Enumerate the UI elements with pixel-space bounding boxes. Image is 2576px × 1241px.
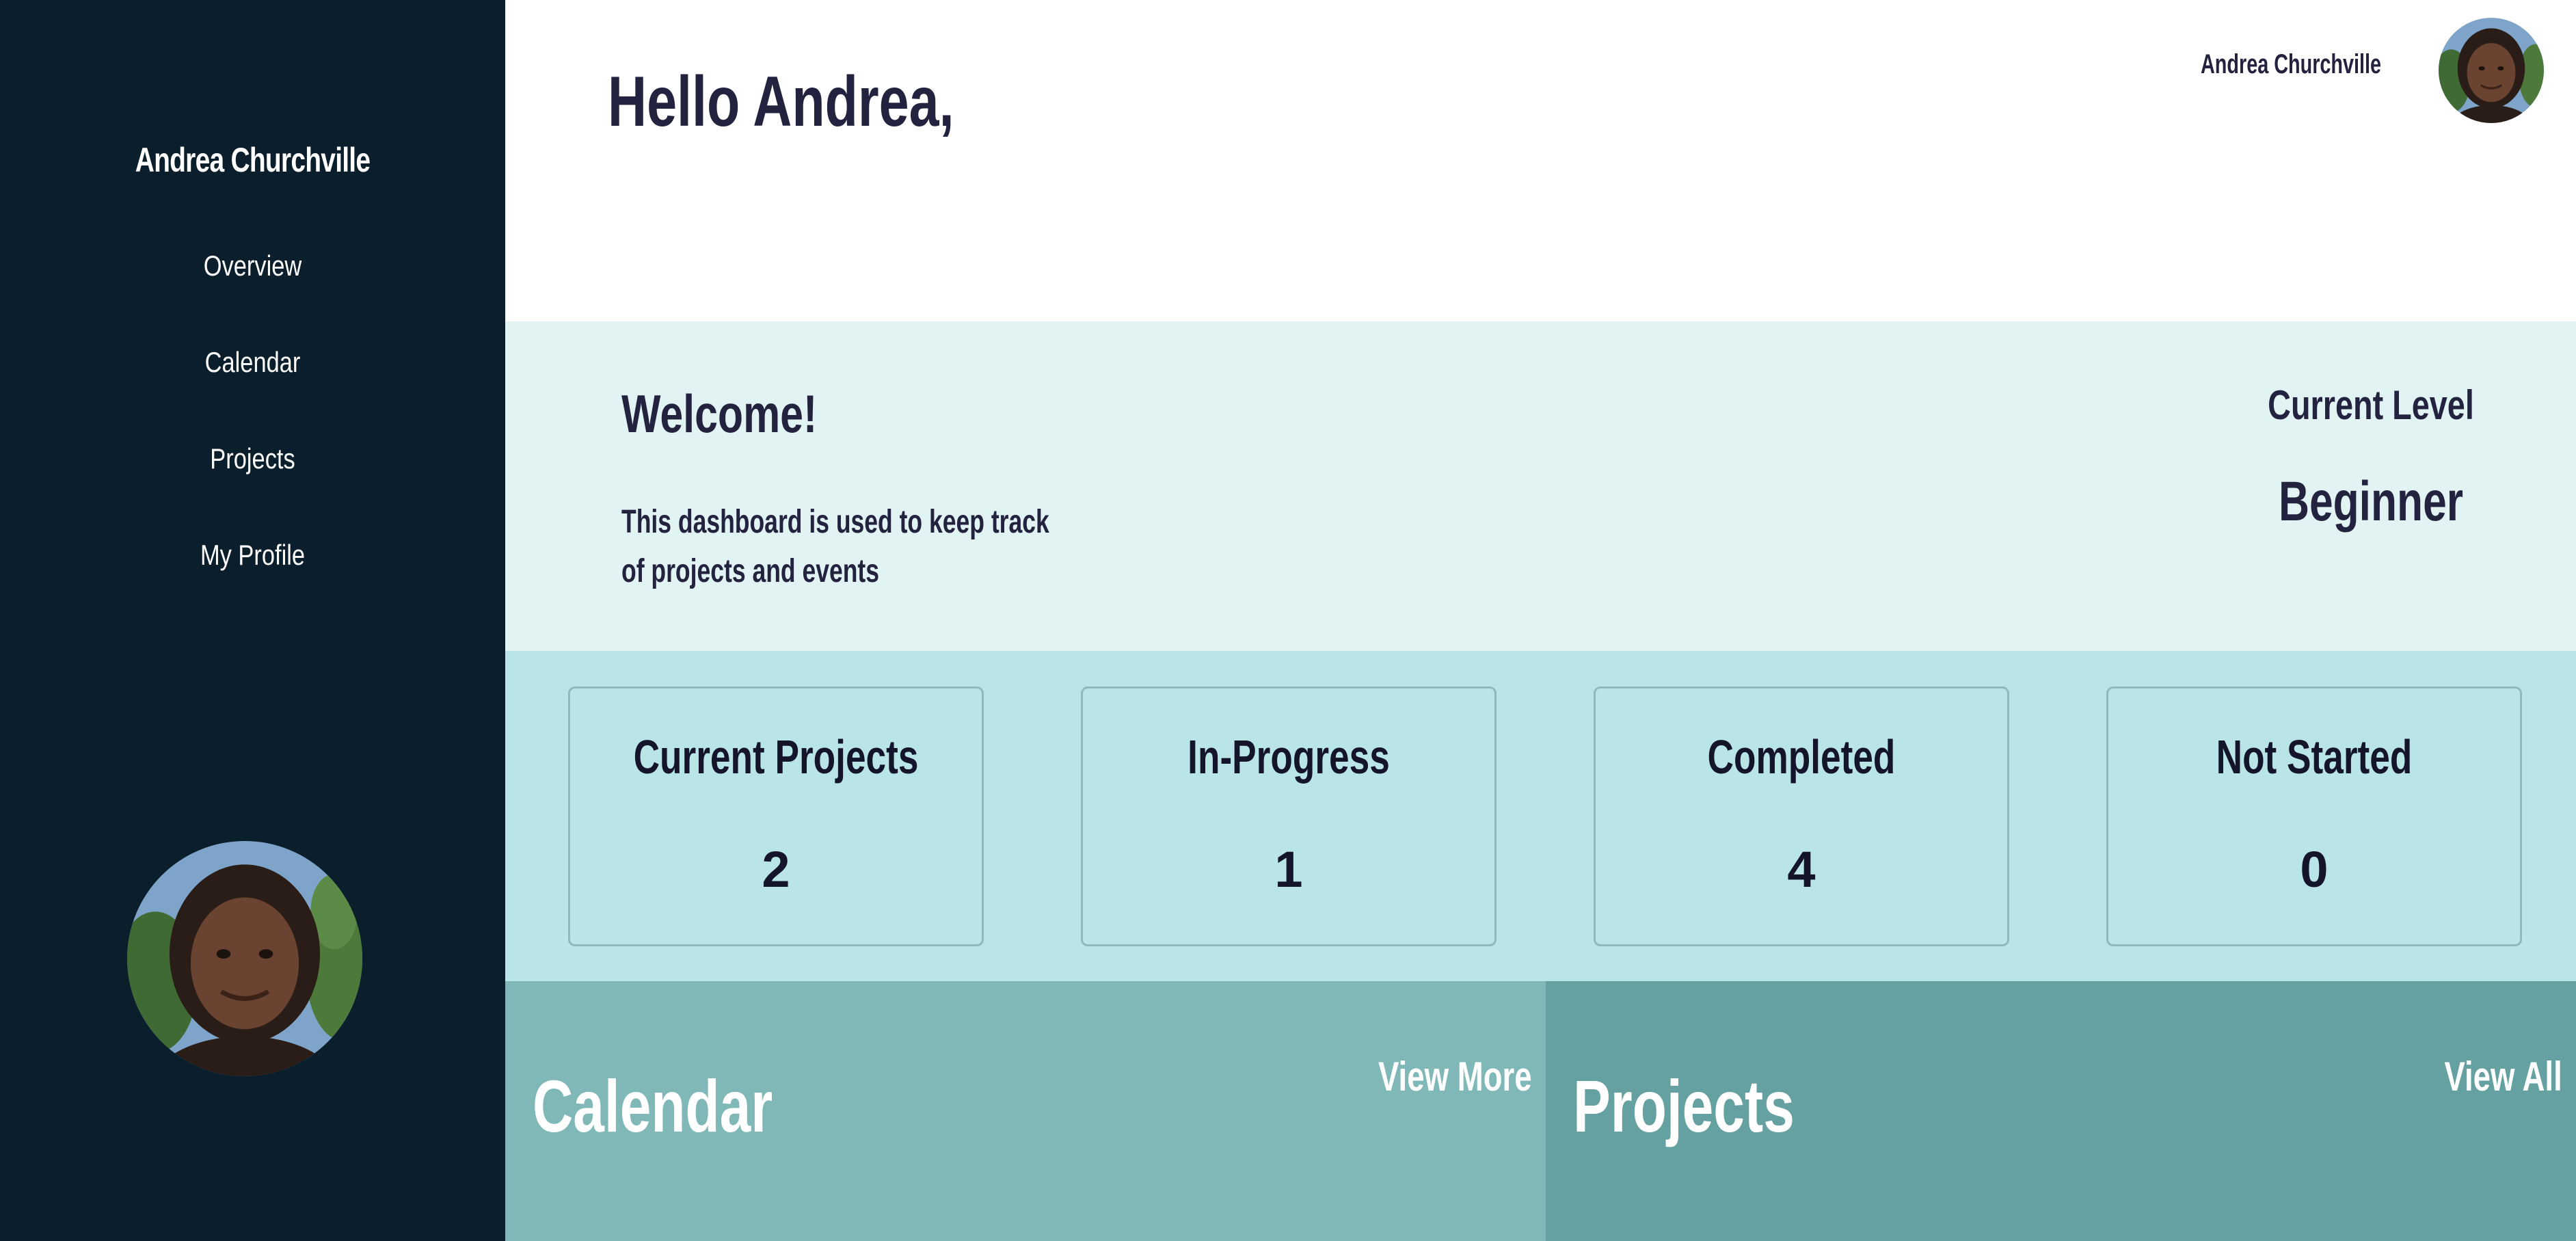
avatar-photo-icon	[127, 841, 362, 1076]
current-level-label: Current Level	[2268, 382, 2474, 428]
sidebar-user-name: Andrea Churchville	[135, 141, 371, 179]
sidebar-item-my-profile[interactable]: My Profile	[46, 529, 460, 625]
stat-value: 0	[2300, 841, 2329, 898]
page-greeting: Hello Andrea,	[608, 62, 954, 142]
stat-card-not-started: Not Started 0	[2106, 686, 2522, 946]
sidebar-item-calendar[interactable]: Calendar	[46, 336, 460, 432]
projects-panel: Projects View All	[1546, 981, 2576, 1241]
welcome-section: Welcome! This dashboard is used to keep …	[505, 321, 2576, 651]
stat-label: Not Started	[2216, 730, 2413, 784]
sidebar-nav: Overview Calendar Projects My Profile	[0, 239, 505, 625]
sidebar: Andrea Churchville Overview Calendar Pro…	[0, 0, 505, 1241]
sidebar-item-projects[interactable]: Projects	[46, 432, 460, 529]
view-more-link[interactable]: View More	[1378, 1053, 1532, 1100]
sidebar-avatar[interactable]	[127, 841, 362, 1076]
stat-card-completed: Completed 4	[1594, 686, 2009, 946]
dashboard-app: Andrea Churchville Overview Calendar Pro…	[0, 0, 2576, 1241]
calendar-panel: Calendar View More	[505, 981, 1546, 1241]
welcome-description: This dashboard is used to keep track of …	[621, 504, 1049, 589]
calendar-panel-title: Calendar	[533, 1065, 773, 1147]
top-header: Hello Andrea, Andrea Churchville	[505, 0, 2576, 321]
stat-value: 4	[1787, 841, 1816, 898]
header-avatar[interactable]	[2439, 18, 2544, 123]
stat-value: 2	[762, 841, 790, 898]
stat-label: Current Projects	[633, 730, 919, 784]
sidebar-item-overview[interactable]: Overview	[46, 239, 460, 336]
stats-section: Current Projects 2 In-Progress 1 Complet…	[505, 651, 2576, 981]
stat-card-in-progress: In-Progress 1	[1081, 686, 1497, 946]
avatar-photo-icon	[2439, 18, 2544, 123]
stat-label: Completed	[1707, 730, 1896, 784]
view-all-link[interactable]: View All	[2445, 1053, 2562, 1100]
header-user-name[interactable]: Andrea Churchville	[2201, 49, 2381, 80]
welcome-title: Welcome!	[621, 384, 818, 444]
stat-label: In-Progress	[1188, 730, 1390, 784]
projects-panel-title: Projects	[1573, 1065, 1795, 1147]
current-level-value: Beginner	[2278, 470, 2464, 533]
current-level: Current Level Beginner	[2166, 382, 2576, 534]
stat-card-current-projects: Current Projects 2	[568, 686, 984, 946]
stat-value: 1	[1274, 841, 1303, 898]
